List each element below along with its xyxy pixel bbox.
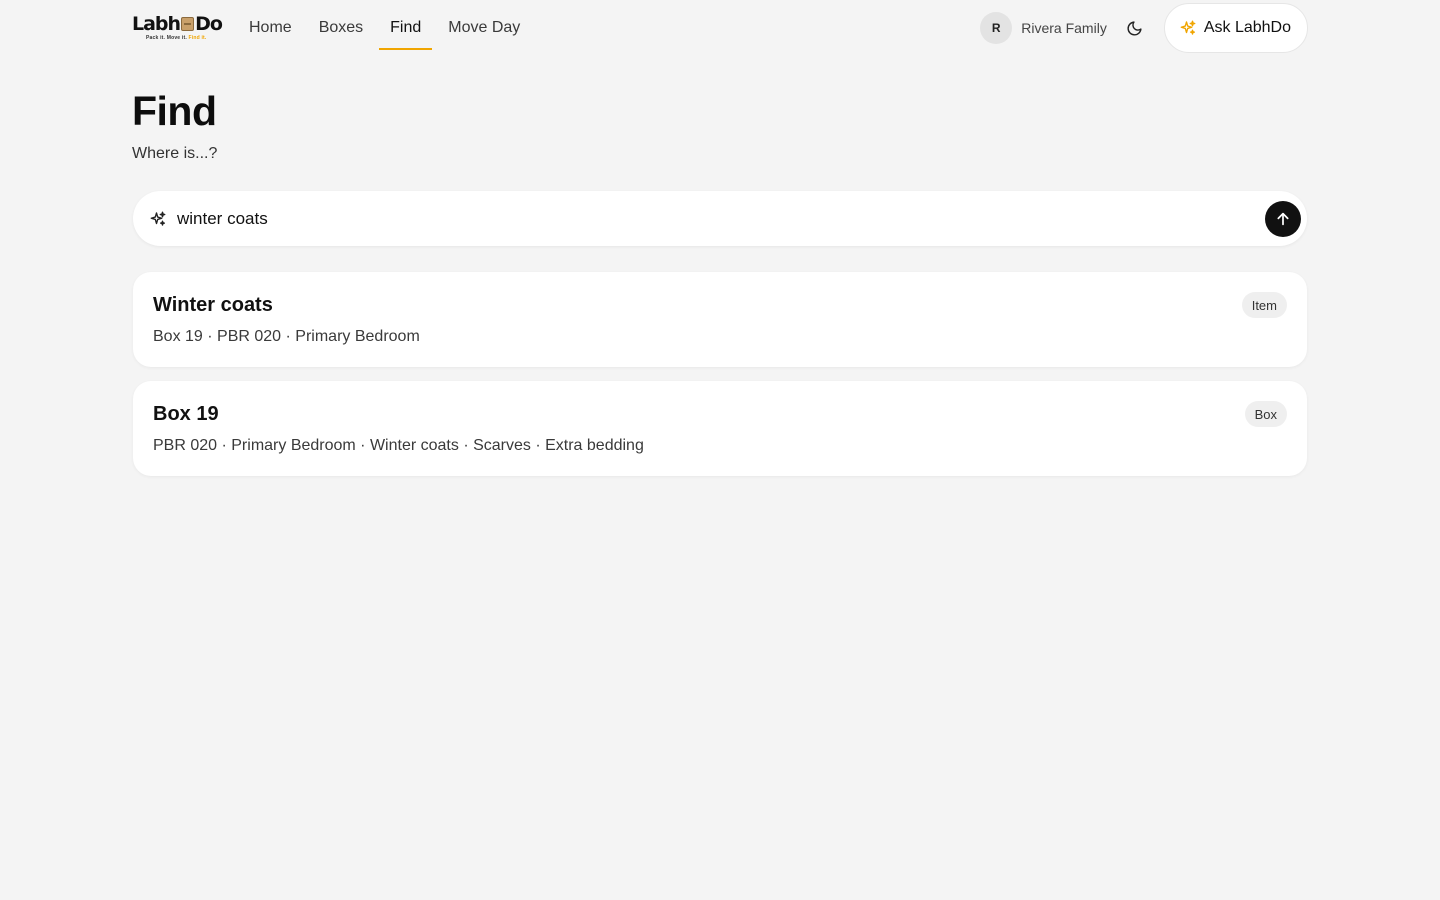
family-name[interactable]: Rivera Family <box>1021 20 1107 36</box>
logo[interactable]: Labh Do Pack it. Move it. Find it. <box>132 14 223 41</box>
header-actions: R Rivera Family Ask LabhDo <box>980 3 1308 53</box>
result-card[interactable]: Box 19 PBR 020 · Primary Bedroom · Winte… <box>133 381 1307 476</box>
page-subtitle: Where is...? <box>132 145 218 162</box>
ask-labhdo-button[interactable]: Ask LabhDo <box>1163 3 1308 53</box>
main-nav: Home Boxes Find Move Day <box>249 0 536 56</box>
logo-text-right: Do <box>195 12 223 35</box>
logo-tagline-a: Pack it. Move it. <box>146 34 187 41</box>
arrow-up-icon <box>1277 212 1289 225</box>
result-title: Box 19 <box>153 403 219 425</box>
nav-item-home[interactable]: Home <box>249 0 303 56</box>
sparkle-icon <box>150 211 166 226</box>
result-type-badge: Item <box>1241 292 1287 318</box>
search-input[interactable] <box>177 208 1265 229</box>
ask-button-label: Ask LabhDo <box>1203 19 1291 36</box>
box-icon <box>181 16 195 31</box>
sparkle-icon <box>1180 20 1196 35</box>
app-root: Labh Do Pack it. Move it. Find it. Home B… <box>0 0 1440 900</box>
logo-wordmark: Labh Do <box>132 12 223 35</box>
result-type-badge: Box <box>1244 401 1287 427</box>
top-bar: Labh Do Pack it. Move it. Find it. Home B… <box>132 0 1308 56</box>
logo-text-left: Labh <box>132 12 181 35</box>
moon-icon[interactable] <box>1126 19 1144 37</box>
result-meta: Box 19 · PBR 020 · Primary Bedroom <box>153 328 420 345</box>
logo-tagline-b: Find it. <box>188 34 207 41</box>
nav-item-move-day[interactable]: Move Day <box>437 0 531 56</box>
logo-tagline: Pack it. Move it. Find it. <box>146 35 207 41</box>
result-card[interactable]: Winter coats Box 19 · PBR 020 · Primary … <box>133 272 1307 367</box>
nav-item-find[interactable]: Find <box>379 0 433 56</box>
result-meta: PBR 020 · Primary Bedroom · Winter coats… <box>153 437 644 454</box>
nav-item-boxes[interactable]: Boxes <box>308 0 374 56</box>
result-title: Winter coats <box>153 294 273 316</box>
page-title: Find <box>132 88 217 134</box>
search-bar <box>133 191 1307 246</box>
search-submit-button[interactable] <box>1265 200 1301 237</box>
avatar[interactable]: R <box>980 12 1013 44</box>
